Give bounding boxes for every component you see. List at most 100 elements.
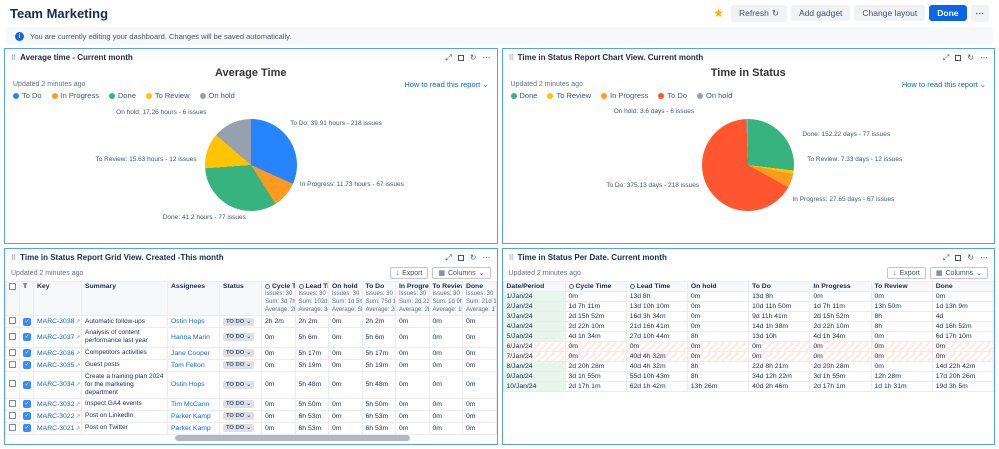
resize-icon[interactable]: ⤢ (943, 54, 949, 62)
column-header-cycletime[interactable]: Cycle TimeIssues: 30Sum: 3d 7h 49mAverag… (262, 282, 296, 316)
assignee-link[interactable]: Jane Cooper (171, 350, 210, 357)
column-header-todo[interactable]: To DoIssues: 30Sum: 75d 10h 1mAverage: 2… (362, 282, 396, 316)
issue-key-link[interactable]: MARC-3036 (37, 350, 74, 357)
legend-item[interactable]: Done (511, 91, 538, 100)
resize-icon[interactable]: ⤢ (445, 254, 451, 262)
horizontal-scrollbar[interactable] (175, 435, 410, 441)
column-header-inprogress[interactable]: In ProgressIssues: 30Sum: 2d 22h 37mAver… (396, 282, 430, 316)
external-link-icon[interactable]: ↗ (75, 363, 80, 369)
column-header-todo[interactable]: To Do (749, 282, 810, 292)
column-header-toreview[interactable]: To Review (871, 282, 932, 292)
assignee-link[interactable]: Parker Kamp (171, 413, 211, 420)
row-checkbox[interactable] (9, 349, 16, 356)
gadget-more-icon[interactable]: ⋯ (980, 254, 988, 262)
column-header-assignees[interactable]: Assignees (168, 282, 220, 316)
issue-key-link[interactable]: MARC-3022 (37, 413, 74, 420)
assignee-link[interactable]: Ostin Hops (171, 318, 205, 325)
column-header-leadtime[interactable]: Lead Time (626, 282, 687, 292)
issue-key-link[interactable]: MARC-3035 (37, 362, 74, 369)
column-header-dateperiod[interactable]: Date/Period (503, 282, 565, 292)
drag-handle-icon[interactable]: ⠿ (11, 54, 16, 62)
legend-item[interactable]: Done (109, 91, 136, 100)
issue-key-link[interactable]: MARC-3034 (37, 381, 74, 388)
how-to-read-link[interactable]: How to read this report⌄ (404, 80, 488, 89)
change-layout-button[interactable]: Change layout (854, 5, 925, 21)
status-badge[interactable]: TO DO⌄ (223, 400, 254, 408)
columns-button[interactable]: ▦Columns⌄ (432, 267, 490, 279)
resize-icon[interactable]: ⤢ (445, 54, 451, 62)
status-badge[interactable]: TO DO⌄ (223, 412, 254, 420)
column-header-done[interactable]: Done (932, 282, 993, 292)
assignee-link[interactable]: Tom Felton (171, 362, 205, 369)
done-button[interactable]: Done (929, 5, 966, 21)
column-header-key[interactable]: Key (34, 282, 82, 316)
gadget-more-icon[interactable]: ⋯ (483, 54, 491, 62)
external-link-icon[interactable]: ↗ (75, 414, 80, 420)
assignee-link[interactable]: Ostin Hops (171, 381, 205, 388)
status-badge[interactable]: TO DO⌄ (223, 361, 254, 369)
column-header-leadtime[interactable]: Lead TimeIssues: 30Sum: 102d 6h 27mAvera… (295, 282, 329, 316)
drag-handle-icon[interactable]: ⠿ (509, 54, 514, 62)
resize-icon[interactable]: ⤢ (943, 254, 949, 262)
legend-item[interactable]: In Progress (601, 91, 648, 100)
columns-button[interactable]: ▦Columns⌄ (930, 267, 988, 279)
row-checkbox[interactable] (9, 361, 16, 368)
status-badge[interactable]: TO DO⌄ (223, 318, 254, 326)
assignee-link[interactable]: Parker Kamp (171, 425, 211, 432)
column-header-toreview[interactable]: To ReviewIssues: 30Sum: 1d 9h 12mAverage… (429, 282, 463, 316)
more-button[interactable]: ⋯ (971, 5, 990, 22)
column-header-status[interactable]: Status (220, 282, 262, 316)
legend-item[interactable]: To Review (146, 91, 190, 100)
column-header-t[interactable]: T (20, 282, 34, 316)
add-gadget-button[interactable]: Add gadget (791, 5, 850, 21)
assignee-link[interactable]: Tim McCann (171, 401, 209, 408)
fullscreen-icon[interactable] (955, 255, 961, 261)
refresh-gadget-icon[interactable]: ↻ (967, 254, 974, 262)
column-header-done[interactable]: DoneIssues: 30Sum: 21d 16h 2mAverage: 17… (463, 282, 497, 316)
average-time-pie-chart[interactable] (205, 119, 297, 211)
refresh-gadget-icon[interactable]: ↻ (470, 254, 477, 262)
refresh-button[interactable]: Refresh↻ (731, 5, 787, 22)
row-checkbox[interactable] (9, 424, 16, 431)
refresh-gadget-icon[interactable]: ↻ (967, 54, 974, 62)
external-link-icon[interactable]: ↗ (75, 335, 80, 341)
row-checkbox[interactable] (9, 333, 16, 340)
issue-key-link[interactable]: MARC-3021 (37, 425, 74, 432)
fullscreen-icon[interactable] (955, 55, 961, 61)
drag-handle-icon[interactable]: ⠿ (11, 254, 16, 262)
column-header-onhold[interactable]: On holdIssues: 30Sum: 1d 5h 26mAverage: … (329, 282, 363, 316)
gadget-more-icon[interactable]: ⋯ (980, 54, 988, 62)
external-link-icon[interactable]: ↗ (75, 319, 80, 325)
row-checkbox[interactable] (9, 380, 16, 387)
external-link-icon[interactable]: ↗ (75, 382, 80, 388)
column-header-cycletime[interactable]: Cycle Time (565, 282, 626, 292)
external-link-icon[interactable]: ↗ (75, 426, 80, 432)
status-badge[interactable]: TO DO⌄ (223, 424, 254, 432)
row-checkbox[interactable] (9, 412, 16, 419)
assignee-link[interactable]: Hanna Marin (171, 334, 210, 341)
column-header-summary[interactable]: Summary (82, 282, 168, 316)
external-link-icon[interactable]: ↗ (75, 402, 80, 408)
row-checkbox[interactable] (9, 317, 16, 324)
legend-item[interactable]: To Do (658, 91, 687, 100)
export-button[interactable]: ↓Export (887, 267, 926, 279)
issue-key-link[interactable]: MARC-3032 (37, 401, 74, 408)
status-badge[interactable]: TO DO⌄ (223, 349, 254, 357)
column-header-onhold[interactable]: On hold (687, 282, 748, 292)
column-header-inprogress[interactable]: In Progress (810, 282, 871, 292)
status-badge[interactable]: TO DO⌄ (223, 333, 254, 341)
issue-key-link[interactable]: MARC-3037 (37, 334, 74, 341)
time-in-status-pie-chart[interactable] (702, 119, 794, 211)
favorite-star-icon[interactable]: ★ (713, 6, 724, 20)
legend-item[interactable]: In Progress (52, 91, 99, 100)
export-button[interactable]: ↓Export (390, 267, 429, 279)
legend-item[interactable]: On hold (200, 91, 235, 100)
fullscreen-icon[interactable] (458, 255, 464, 261)
gadget-more-icon[interactable]: ⋯ (483, 254, 491, 262)
fullscreen-icon[interactable] (458, 55, 464, 61)
external-link-icon[interactable]: ↗ (75, 351, 80, 357)
refresh-gadget-icon[interactable]: ↻ (470, 54, 477, 62)
legend-item[interactable]: To Review (547, 91, 591, 100)
select-all-checkbox[interactable] (9, 283, 16, 290)
row-checkbox[interactable] (9, 400, 16, 407)
